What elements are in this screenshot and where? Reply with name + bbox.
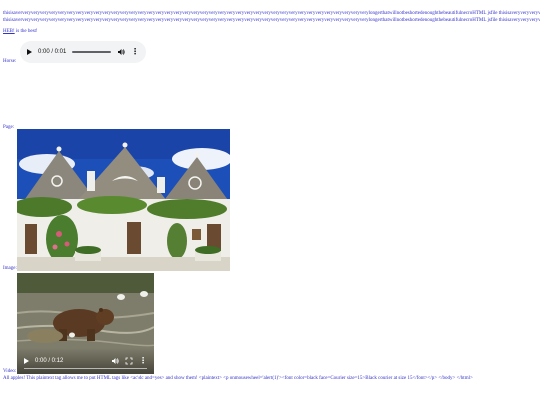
volume-icon[interactable] (111, 357, 119, 365)
heb-link[interactable]: HEB! (3, 29, 15, 34)
audio-time: 0:00 / 0:01 (38, 49, 67, 55)
heading-rest: is the best! (14, 29, 38, 34)
image-label: Image: (3, 266, 17, 271)
long-text-line: thisisaververyveryveryveryveryveryveryve… (3, 11, 540, 16)
audio-player[interactable]: 0:00 / 0:01 ⋮ (20, 41, 146, 63)
video-controls: 0:00 / 0:12 ⋮ (17, 348, 154, 374)
volume-icon[interactable] (117, 48, 125, 56)
video-label: Video: (3, 369, 17, 374)
bear-video[interactable]: 0:00 / 0:12 ⋮ (17, 273, 154, 374)
audio-seek-bar[interactable] (72, 51, 111, 53)
horse-label: Horse: (3, 59, 17, 64)
video-seek-bar[interactable] (24, 367, 147, 369)
more-options-icon[interactable]: ⋮ (139, 357, 147, 365)
play-icon[interactable] (27, 49, 32, 55)
trulli-houses-image (17, 129, 230, 271)
fullscreen-icon[interactable] (125, 357, 133, 365)
page-label: Page: (3, 125, 15, 130)
footer-text: All apples! This plaintext tag allows me… (3, 376, 473, 381)
play-icon[interactable] (24, 358, 29, 364)
more-options-icon[interactable]: ⋮ (131, 48, 139, 56)
heading-text: HEB! is the best! (3, 28, 38, 35)
long-text-line: thisisaververyveryveryveryveryveryveryve… (3, 18, 540, 23)
video-time: 0:00 / 0:12 (35, 358, 64, 364)
